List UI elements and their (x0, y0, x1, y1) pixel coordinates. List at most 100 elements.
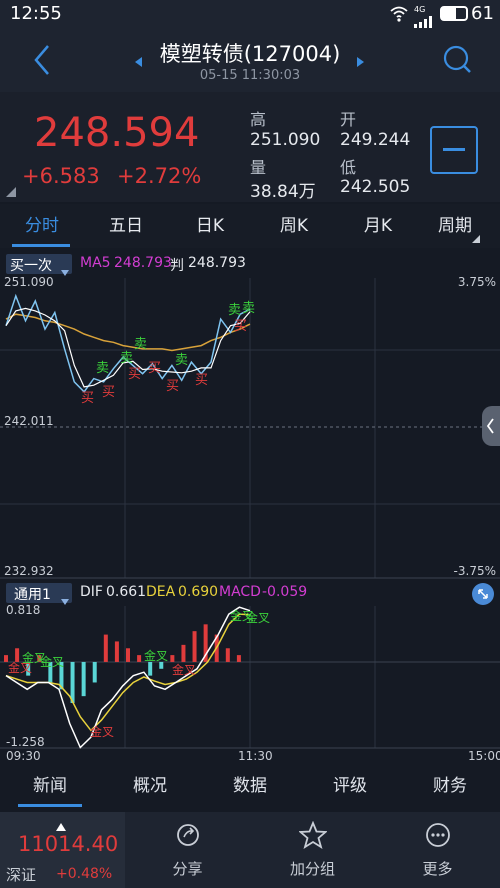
share-button[interactable]: 分享 (125, 812, 250, 888)
tab-data[interactable]: 数据 (200, 764, 300, 808)
dea-line (5, 613, 251, 732)
time-axis-start: 09:30 (6, 749, 41, 763)
volume-label: 量 (250, 158, 267, 177)
share-label: 分享 (172, 860, 203, 878)
golden-cross-label: 金叉 (90, 724, 114, 739)
add-group-button[interactable]: 加分组 (250, 812, 375, 888)
macd-indicator-name: 通用1 (14, 587, 51, 603)
stock-title: 模塑转债(127004) (159, 42, 341, 66)
tab-finance[interactable]: 财务 (400, 764, 500, 808)
info-tabs: 新闻 概况 数据 评级 财务 (0, 764, 500, 808)
macd-axis-top: 0.818 (6, 603, 41, 617)
battery-icon (440, 6, 468, 21)
signal-icon (414, 13, 436, 28)
battery-level: 61 (471, 3, 494, 24)
buy-marker: 买 (148, 361, 161, 376)
back-icon[interactable] (28, 42, 54, 78)
high-value: 251.090 (250, 130, 321, 150)
expand-chart-icon[interactable] (472, 583, 494, 605)
golden-cross-label: 金叉 (8, 660, 32, 675)
tab-five-day[interactable]: 五日 (84, 204, 168, 248)
open-value: 249.244 (340, 130, 411, 150)
volume-value: 38.84万 (250, 182, 316, 202)
macd-value: -0.059 (262, 584, 308, 600)
chart-canvas: 买 买 买 买 买 买 买 卖 卖 卖 卖 卖 卖 金叉 金叉 金叉 金叉 金叉… (0, 278, 500, 749)
period-tabs: 分时 五日 日K 周K 月K 周期 (0, 204, 500, 248)
high-label: 高 (250, 110, 267, 129)
macd-indicator-selector[interactable]: 通用1 (6, 583, 72, 605)
wifi-icon (390, 6, 408, 22)
add-group-label: 加分组 (289, 860, 335, 878)
buy-marker: 买 (234, 319, 247, 334)
caret-up-icon (56, 816, 66, 831)
tab-active-indicator (12, 244, 70, 247)
more-label: 更多 (422, 860, 453, 878)
search-icon[interactable] (442, 44, 472, 76)
tab-news[interactable]: 新闻 (0, 764, 100, 808)
index-ticker[interactable]: 11014.40 深证 +0.48% (0, 812, 125, 888)
prev-stock-icon[interactable] (132, 54, 146, 68)
tab-daily-k[interactable]: 日K (168, 204, 252, 248)
buy-marker: 买 (128, 367, 141, 382)
buy-marker: 买 (166, 379, 179, 394)
bottom-bar: 11014.40 深证 +0.48% 分享 加分组 更多 (0, 812, 500, 888)
tab-intraday[interactable]: 分时 (0, 204, 84, 248)
sell-marker: 卖 (228, 303, 241, 318)
buy-marker: 买 (102, 385, 115, 400)
index-value: 11014.40 (18, 832, 119, 856)
time-axis-end: 15:00 (468, 749, 500, 763)
golden-cross-label: 金叉 (40, 654, 64, 669)
golden-cross-label: 金叉 (246, 610, 270, 625)
status-bar: 12:55 4G 61 (0, 0, 500, 28)
sell-marker: 卖 (175, 353, 188, 368)
pct-axis-top: 3.75% (457, 275, 496, 289)
minus-icon (443, 148, 465, 151)
nav-bar: 模塑转债(127004) 05-15 11:30:03 (0, 28, 500, 92)
golden-cross-label: 金叉 (172, 662, 196, 677)
sell-marker: 卖 (242, 301, 255, 316)
pct-axis-bottom: -3.75% (453, 564, 496, 578)
quote-panel: 248.594 +6.583 +2.72% 高 251.090 量 38.84万… (0, 92, 500, 202)
dif-value: 0.661 (106, 584, 147, 600)
dea-value: 0.690 (178, 584, 219, 600)
dif-label: DIF (80, 584, 103, 600)
next-stock-icon[interactable] (353, 54, 367, 68)
tab-rating[interactable]: 评级 (300, 764, 400, 808)
expand-corner-icon (6, 182, 16, 197)
open-label: 开 (340, 110, 357, 129)
intraday-chart-area: 买一次 MA5 248.793 判 248.793 买 买 买 买 买 买 买 … (0, 250, 500, 770)
macd-axis-bottom: -1.258 (6, 735, 45, 749)
low-label: 低 (340, 158, 357, 177)
time-axis-mid: 11:30 (238, 749, 273, 763)
share-icon (175, 822, 201, 848)
macd-label: MACD (219, 584, 261, 600)
dif-line (5, 606, 251, 749)
period-dropdown-icon (472, 228, 480, 243)
index-name: 深证 (6, 866, 37, 884)
quote-datetime: 05-15 11:30:03 (199, 68, 301, 83)
remove-watchlist-button[interactable] (430, 126, 478, 174)
buy-marker: 买 (81, 391, 94, 406)
sell-marker: 卖 (96, 361, 109, 376)
side-panel-handle[interactable] (482, 406, 500, 446)
tab-monthly-k[interactable]: 月K (336, 204, 420, 248)
golden-cross-label: 金叉 (144, 648, 168, 663)
more-icon (425, 822, 451, 848)
star-icon (298, 820, 328, 849)
price-change: +6.583 (22, 164, 100, 188)
price-axis-top: 251.090 (4, 275, 54, 289)
tab-active-indicator (18, 804, 82, 807)
price-axis-bottom: 232.932 (4, 564, 54, 578)
dea-label: DEA (146, 584, 176, 600)
tab-weekly-k[interactable]: 周K (252, 204, 336, 248)
low-value: 242.505 (340, 177, 411, 197)
more-button[interactable]: 更多 (375, 812, 500, 888)
average-price-line (5, 313, 251, 352)
index-pct: +0.48% (56, 866, 113, 882)
price-axis-mid: 242.011 (4, 414, 54, 428)
chevron-down-icon (61, 590, 69, 605)
price-change-pct: +2.72% (117, 164, 202, 188)
last-price: 248.594 (34, 110, 200, 156)
sell-marker: 卖 (120, 351, 133, 366)
tab-overview[interactable]: 概况 (100, 764, 200, 808)
